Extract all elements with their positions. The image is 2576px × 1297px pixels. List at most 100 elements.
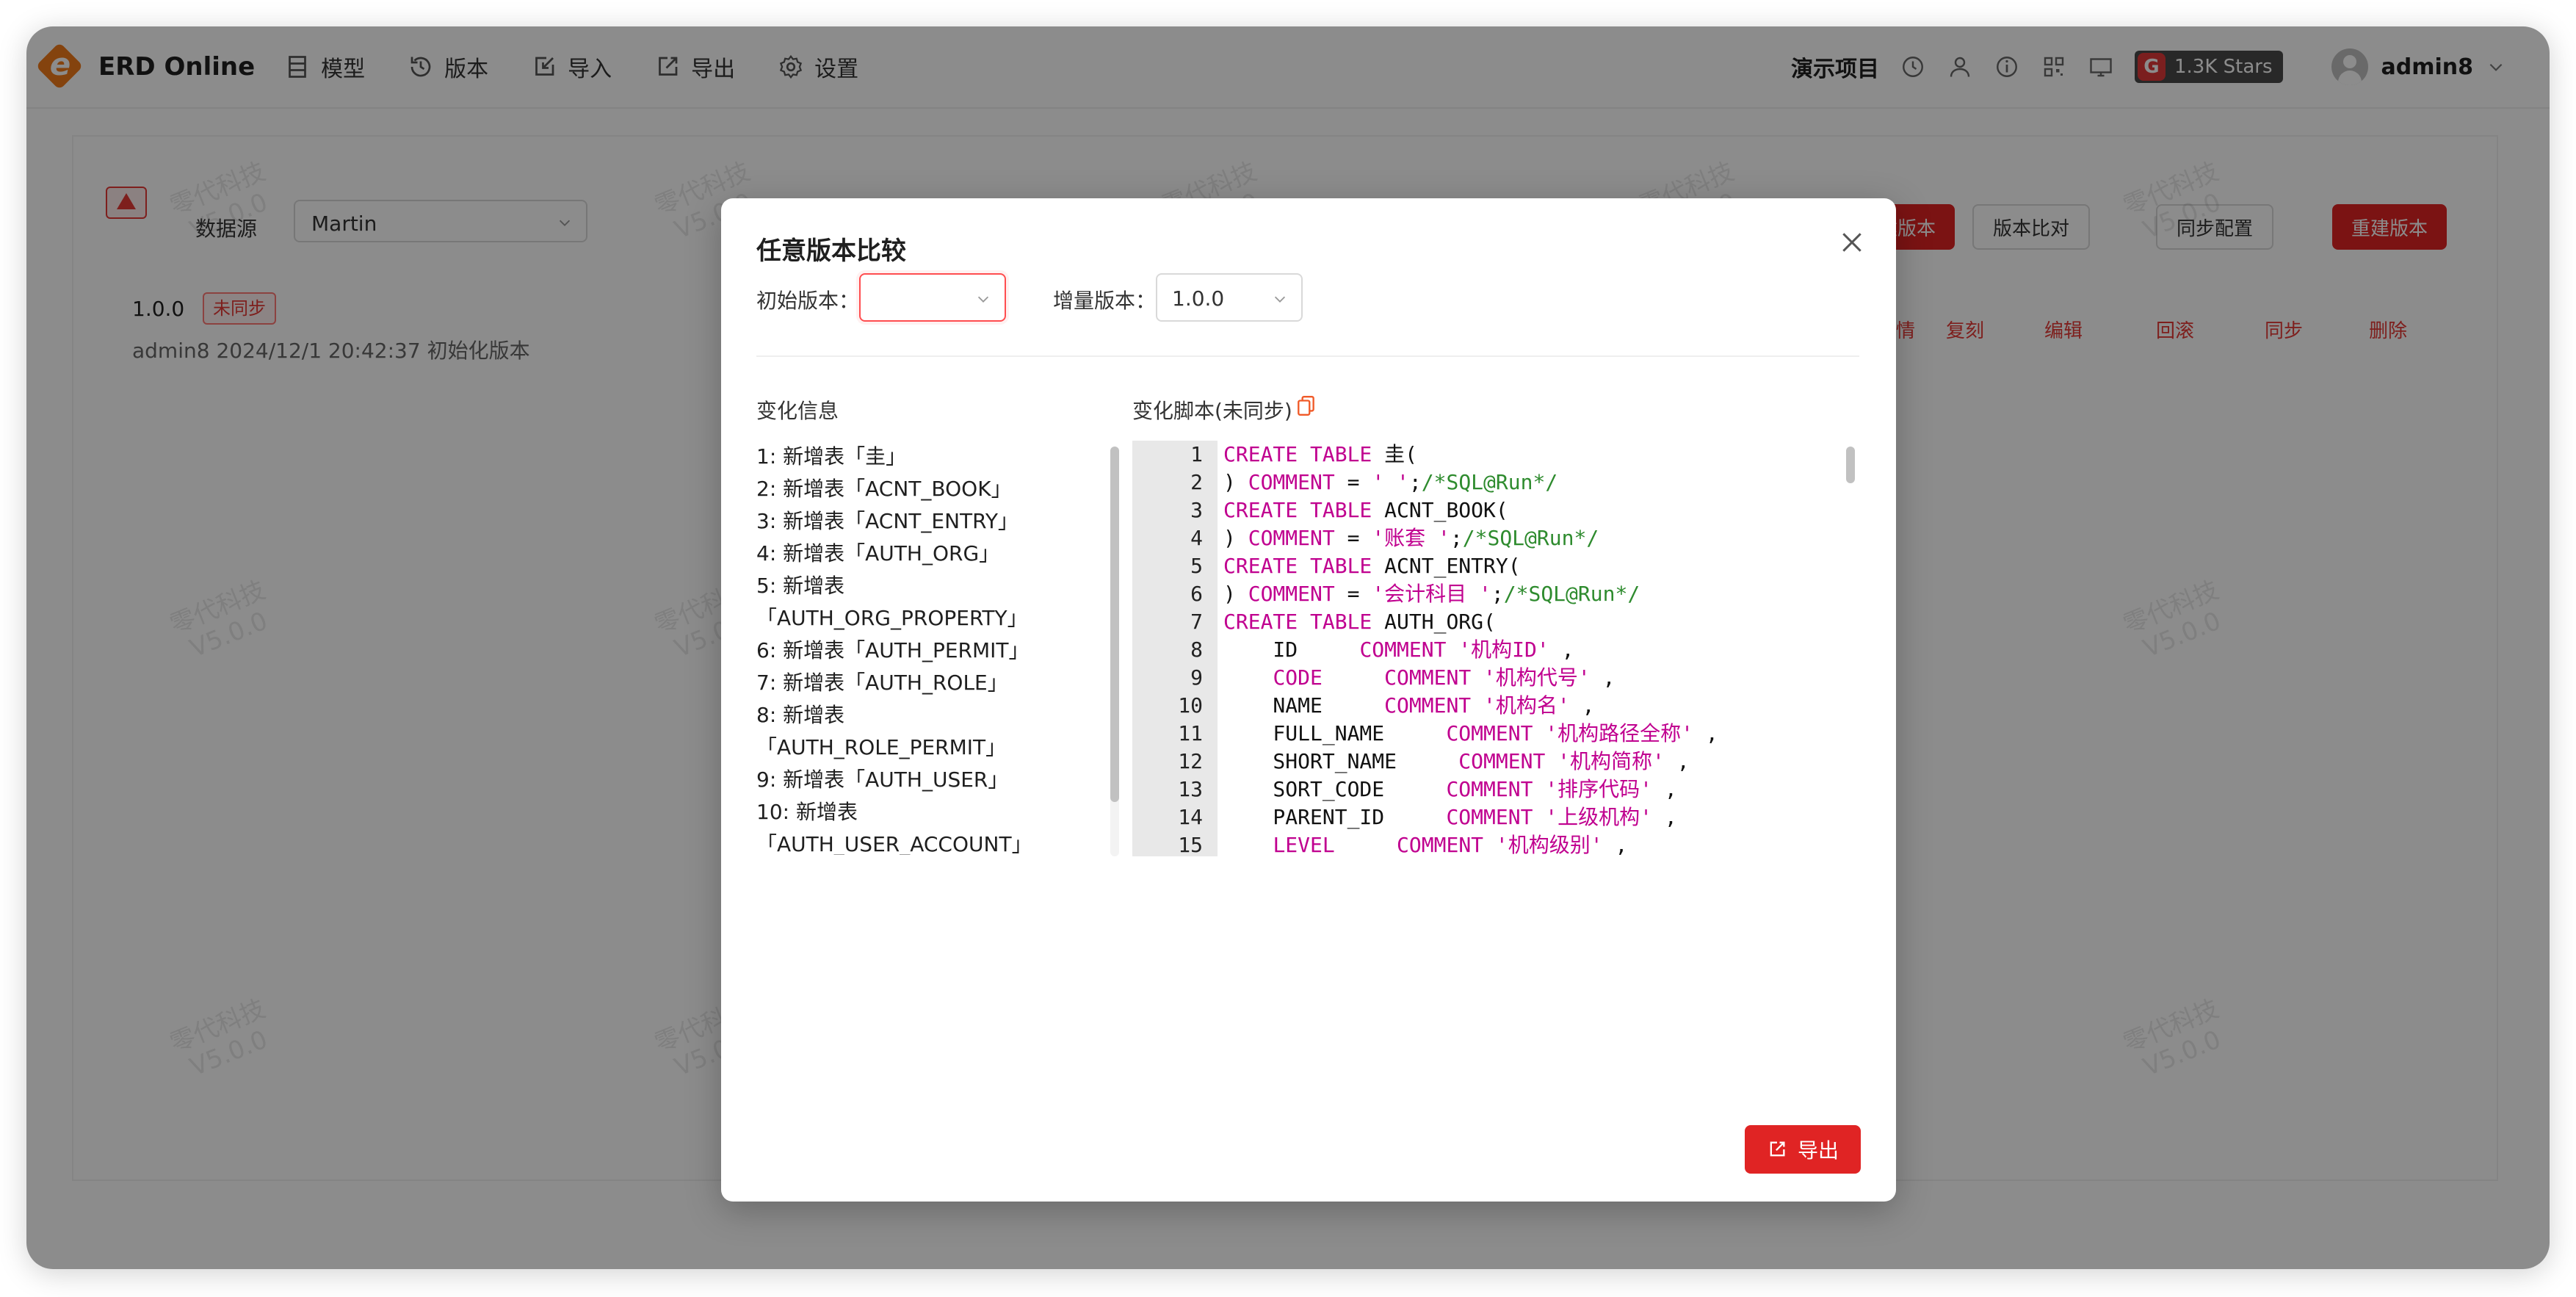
code-token: 圭( <box>1384 442 1418 466</box>
line-number: 1 <box>1190 442 1203 466</box>
code-token: NAME <box>1223 693 1385 718</box>
code-line: 6) COMMENT = '会计科目 ';/*SQL@Run*/ <box>1132 580 1859 608</box>
code-token: , <box>1664 749 1690 773</box>
close-icon[interactable] <box>1837 228 1867 257</box>
code-token: = <box>1334 582 1372 606</box>
code-text: ) COMMENT = '账套 ';/*SQL@Run*/ <box>1223 524 1599 552</box>
scrollbar-thumb[interactable] <box>1846 447 1855 483</box>
chevron-down-icon <box>1274 296 1286 303</box>
code-line: 14 PARENT_ID COMMENT '上级机构' , <box>1132 803 1859 831</box>
code-text: ID COMMENT '机构ID' , <box>1223 636 1574 664</box>
code-token: ; <box>1491 582 1504 606</box>
divider <box>756 355 1859 357</box>
list-item: 7: 新增表「AUTH_ROLE」 <box>756 671 1008 695</box>
list-item: 1: 新增表「圭」 <box>756 444 907 469</box>
code-text: CODE COMMENT '机构代号' , <box>1223 664 1615 692</box>
code-token: FULL_NAME <box>1223 721 1447 745</box>
code-text: FULL_NAME COMMENT '机构路径全称' , <box>1223 720 1718 748</box>
code-token: ) <box>1223 470 1248 494</box>
code-line: 4) COMMENT = '账套 ';/*SQL@Run*/ <box>1132 524 1859 552</box>
line-number: 10 <box>1178 693 1203 718</box>
incremental-version-label: 增量版本： <box>1053 289 1157 313</box>
code-token: , <box>1569 693 1595 718</box>
line-number: 5 <box>1190 554 1203 578</box>
code-line: 5 CREATE TABLE ACNT_ENTRY( <box>1132 552 1859 580</box>
line-number: 7 <box>1190 610 1203 634</box>
change-list[interactable]: 1: 新增表「圭」 2: 新增表「ACNT_BOOK」 3: 新增表「ACNT_EN… <box>756 441 1079 855</box>
code-lines: 1 CREATE TABLE 圭(2) COMMENT = ' ';/*SQL@R… <box>1132 441 1859 856</box>
code-text: SHORT_NAME COMMENT '机构简称' , <box>1223 748 1690 776</box>
list-item: 10: 新增表 <box>756 800 858 824</box>
code-line: 15 LEVEL COMMENT '机构级别' , <box>1132 831 1859 856</box>
code-token: , <box>1549 637 1574 662</box>
code-token: COMMENT <box>1458 749 1558 773</box>
code-text: ) COMMENT = ' ';/*SQL@Run*/ <box>1223 469 1557 496</box>
code-token: /*SQL@Run*/ <box>1503 582 1640 606</box>
code-token: /*SQL@Run*/ <box>1462 526 1599 550</box>
code-line: 10 NAME COMMENT '机构名' , <box>1132 692 1859 720</box>
code-token: '机构简称' <box>1557 749 1665 773</box>
code-token: ; <box>1450 526 1463 550</box>
line-number: 6 <box>1190 582 1203 606</box>
line-number: 8 <box>1190 637 1203 662</box>
initial-version-label: 初始版本： <box>756 289 860 313</box>
code-token: , <box>1652 805 1677 829</box>
copy-icon[interactable] <box>1297 395 1316 417</box>
code-token: CREATE TABLE <box>1223 442 1385 466</box>
code-line: 7 CREATE TABLE AUTH_ORG( <box>1132 608 1859 636</box>
code-text: NAME COMMENT '机构名' , <box>1223 692 1594 720</box>
sql-code-editor[interactable]: 1 CREATE TABLE 圭(2) COMMENT = ' ';/*SQL@R… <box>1132 441 1859 856</box>
code-token: = <box>1334 526 1372 550</box>
code-token: COMMENT <box>1248 470 1335 494</box>
code-text: CREATE TABLE AUTH_ORG( <box>1223 608 1496 636</box>
code-line: 13 SORT_CODE COMMENT '排序代码' , <box>1132 776 1859 803</box>
code-text: CREATE TABLE 圭( <box>1223 441 1417 469</box>
code-token: '会计科目 ' <box>1372 582 1491 606</box>
code-line: 9 CODE COMMENT '机构代号' , <box>1132 664 1859 692</box>
code-token: COMMENT <box>1397 833 1496 856</box>
line-number: 3 <box>1190 498 1203 522</box>
initial-version-select[interactable] <box>859 273 1006 322</box>
line-number: 9 <box>1190 665 1203 690</box>
code-token: AUTH_ORG( <box>1384 610 1496 634</box>
code-token: COMMENT <box>1446 777 1546 801</box>
code-token: '机构名' <box>1483 693 1570 718</box>
code-token: , <box>1590 665 1616 690</box>
version-compare-modal: 任意版本比较 初始版本： 增量版本： 1.0.0 变化信息 变化脚本(未同步) … <box>721 198 1896 1202</box>
code-token: , <box>1652 777 1677 801</box>
chevron-down-icon <box>977 296 989 303</box>
list-item: 9: 新增表「AUTH_USER」 <box>756 767 1009 792</box>
list-item: 5: 新增表 <box>756 574 845 598</box>
code-token: ' ' <box>1372 470 1409 494</box>
code-line: 11 FULL_NAME COMMENT '机构路径全称' , <box>1132 720 1859 748</box>
code-token: CREATE TABLE <box>1223 610 1385 634</box>
export-label: 导出 <box>1797 1138 1839 1163</box>
code-token: '账套 ' <box>1372 526 1450 550</box>
code-text: CREATE TABLE ACNT_BOOK( <box>1223 496 1508 524</box>
code-text: LEVEL COMMENT '机构级别' , <box>1223 831 1627 856</box>
script-title: 变化脚本(未同步) <box>1132 399 1292 423</box>
code-token: /*SQL@Run*/ <box>1421 470 1558 494</box>
export-icon <box>1770 1141 1785 1157</box>
export-button[interactable]: 导出 <box>1745 1125 1861 1174</box>
list-item: 「AUTH_ORG_PROPERTY」 <box>756 606 1028 630</box>
code-token: COMMENT <box>1248 526 1335 550</box>
code-token: CODE <box>1273 665 1323 690</box>
code-line: 3 CREATE TABLE ACNT_BOOK( <box>1132 496 1859 524</box>
code-line: 8 ID COMMENT '机构ID' , <box>1132 636 1859 664</box>
incremental-version-select[interactable]: 1.0.0 <box>1156 273 1303 322</box>
modal-title: 任意版本比较 <box>756 236 906 266</box>
code-token: CREATE TABLE <box>1223 554 1385 578</box>
code-token: COMMENT <box>1446 721 1546 745</box>
code-token: , <box>1602 833 1628 856</box>
line-number: 13 <box>1178 777 1203 801</box>
code-token: ID <box>1223 637 1360 662</box>
code-text: PARENT_ID COMMENT '上级机构' , <box>1223 803 1677 831</box>
scrollbar-thumb[interactable] <box>1110 447 1119 802</box>
list-item: 「AUTH_USER_ACCOUNT」 <box>756 832 1032 855</box>
code-token: COMMENT <box>1359 637 1459 662</box>
app-window: e ERD Online 模型 版本 导入 导出 设置 演示项目 G 1.3K … <box>26 26 2550 1269</box>
code-token: COMMENT <box>1248 582 1335 606</box>
code-token: '机构路径全称' <box>1545 721 1694 745</box>
code-token: COMMENT <box>1384 665 1484 690</box>
